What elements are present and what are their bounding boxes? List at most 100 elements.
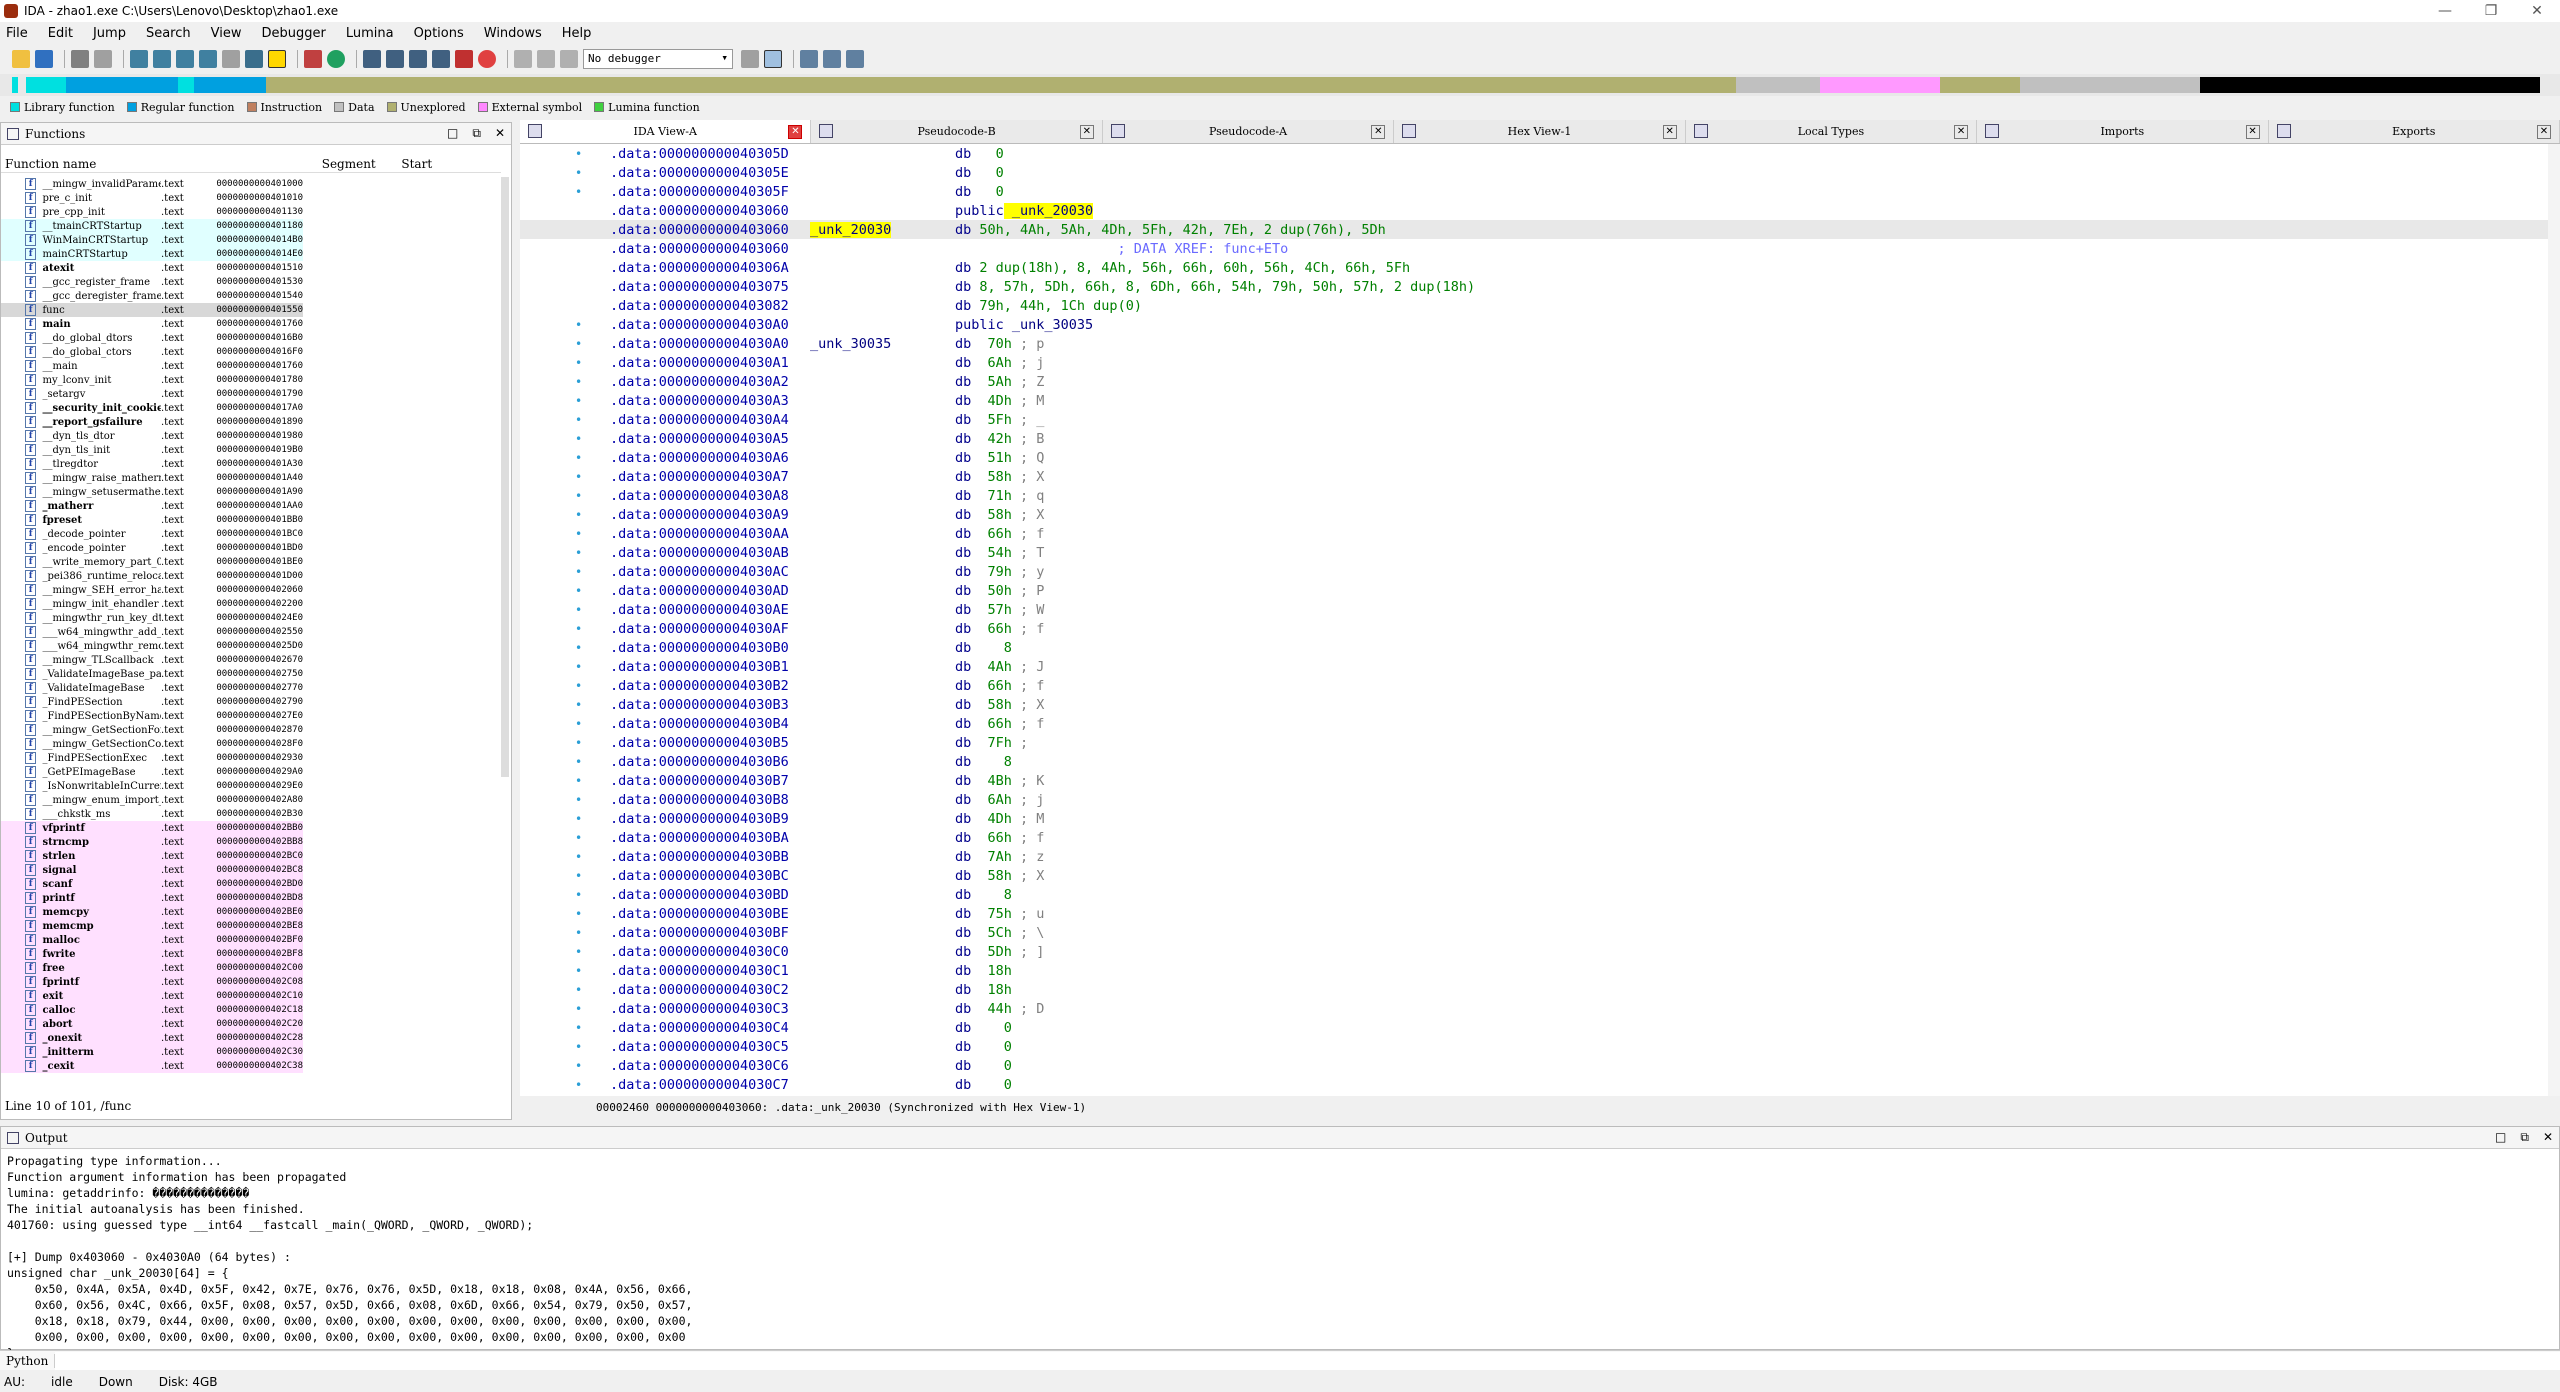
navigation-band[interactable]	[0, 74, 2560, 96]
listing-operand[interactable]: 0	[971, 1020, 1012, 1036]
breakpoint-dot-icon[interactable]: •	[520, 755, 610, 769]
function-row[interactable]: f _ValidateImageBase_part_0.text 000000000…	[1, 667, 303, 681]
listing-row[interactable]: • .data:00000000004030BB db 7Ah ; z	[520, 847, 2548, 866]
struct-icon[interactable]	[409, 50, 427, 68]
listing-operand[interactable]: 0	[971, 146, 1004, 162]
breakpoint-dot-icon[interactable]: •	[520, 394, 610, 408]
listing-operand[interactable]: 4Ah	[971, 659, 1012, 675]
listing-row[interactable]: • .data:00000000004030AB db 54h ; T	[520, 543, 2548, 562]
stop-icon[interactable]	[478, 50, 496, 68]
listing-row[interactable]: • .data:00000000004030C3 db 44h ; D	[520, 999, 2548, 1018]
function-row[interactable]: f main .text 0000000000401760	[1, 317, 303, 331]
listing-row[interactable]: • .data:00000000004030A4 db 5Fh ; _	[520, 410, 2548, 429]
forward-icon[interactable]	[94, 50, 112, 68]
breakpoint-dot-icon[interactable]: •	[520, 508, 610, 522]
panel-float-icon[interactable]: □	[2495, 1130, 2506, 1145]
breakpoint-dot-icon[interactable]: •	[520, 736, 610, 750]
breakpoint-dot-icon[interactable]: •	[520, 1040, 610, 1054]
listing-row[interactable]: • .data:00000000004030A5 db 42h ; B	[520, 429, 2548, 448]
breakpoint-dot-icon[interactable]: •	[520, 603, 610, 617]
indent-icon[interactable]	[846, 50, 864, 68]
breakpoint-dot-icon[interactable]: •	[520, 831, 610, 845]
menu-help[interactable]: Help	[562, 26, 592, 41]
listing-operand[interactable]: 79h	[971, 564, 1012, 580]
function-row[interactable]: f __dyn_tls_dtor .text 0000000000401980	[1, 429, 303, 443]
listing-operand[interactable]: 70h	[971, 336, 1012, 352]
tab-close-icon[interactable]: ✕	[1662, 125, 1677, 139]
panel-restore-icon[interactable]: ⧉	[472, 126, 481, 141]
listing-row[interactable]: .data:000000000040306A db 2 dup(18h), 8, …	[520, 258, 2548, 277]
debugger-select[interactable]: No debugger	[583, 49, 733, 69]
python-button[interactable]: Python	[0, 1353, 56, 1368]
breakpoint-dot-icon[interactable]: •	[520, 166, 610, 180]
tab-close-icon[interactable]: ✕	[2245, 125, 2260, 139]
function-row[interactable]: f _onexit .text 0000000000402C28	[1, 1031, 303, 1045]
listing-row[interactable]: .data:0000000000403060 public _unk_20030	[520, 201, 2548, 220]
listing-operand[interactable]: 58h	[971, 697, 1012, 713]
listing-row[interactable]: • .data:00000000004030B5 db 7Fh ;	[520, 733, 2548, 752]
tab-close-icon[interactable]: ✕	[1954, 125, 1969, 139]
menu-debugger[interactable]: Debugger	[261, 26, 325, 41]
listing-operand[interactable]: 5Ah	[971, 374, 1012, 390]
listing-row[interactable]: • .data:00000000004030BC db 58h ; X	[520, 866, 2548, 885]
function-row[interactable]: f _pei386_runtime_relocator.text 000000000…	[1, 569, 303, 583]
function-row[interactable]: f _FindPESectionByName .text 00000000004027…	[1, 709, 303, 723]
function-row[interactable]: f __do_global_ctors .text 00000000004016F0	[1, 345, 303, 359]
function-row[interactable]: f __security_init_cookie .text 000000000040…	[1, 401, 303, 415]
debug-options-icon[interactable]	[741, 50, 759, 68]
menu-lumina[interactable]: Lumina	[346, 26, 394, 41]
listing-row[interactable]: • .data:00000000004030BF db 5Ch ; \	[520, 923, 2548, 942]
breakpoint-dot-icon[interactable]: •	[520, 356, 610, 370]
function-row[interactable]: f memcmp .text 0000000000402BE8	[1, 919, 303, 933]
panel-restore-icon[interactable]: ⧉	[2520, 1130, 2529, 1145]
function-row[interactable]: f atexit .text 0000000000401510	[1, 261, 303, 275]
breakpoint-dot-icon[interactable]: •	[520, 945, 610, 959]
function-row[interactable]: f WinMainCRTStartup .text 00000000004014B0	[1, 233, 303, 247]
listing-operand[interactable]: 4Dh	[971, 393, 1012, 409]
function-row[interactable]: f ___w64_mingwthr_add_key_dtor.text 000000…	[1, 625, 303, 639]
listing-row[interactable]: • .data:00000000004030AE db 57h ; W	[520, 600, 2548, 619]
listing-operand[interactable]: 0	[971, 1058, 1012, 1074]
function-row[interactable]: f ___chkstk_ms .text 0000000000402B30	[1, 807, 303, 821]
function-row[interactable]: f memcpy .text 0000000000402BE0	[1, 905, 303, 919]
listing-operand[interactable]: 4Bh	[971, 773, 1012, 789]
breakpoint-dot-icon[interactable]: •	[520, 1078, 610, 1092]
breakpoint-dot-icon[interactable]: •	[520, 641, 610, 655]
listing-row[interactable]: • .data:00000000004030B2 db 66h ; f	[520, 676, 2548, 695]
breakpoint-dot-icon[interactable]: •	[520, 926, 610, 940]
menu-edit[interactable]: Edit	[48, 26, 73, 41]
string-icon[interactable]	[268, 50, 286, 68]
ida-view-listing[interactable]: • .data:000000000040305D db 0 • .data:000000…	[520, 144, 2548, 1096]
function-row[interactable]: f _ValidateImageBase .text 0000000000402770	[1, 681, 303, 695]
function-row[interactable]: f __mingw_init_ehandler .text 0000000000402…	[1, 597, 303, 611]
function-row[interactable]: f __mingw_setusermatherr .text 000000000040…	[1, 485, 303, 499]
functions-scrollbar[interactable]	[501, 177, 509, 777]
listing-row[interactable]: .data:0000000000403060 _unk_20030 db 50h, …	[520, 220, 2548, 239]
jump-icon[interactable]	[245, 50, 263, 68]
listing-operand[interactable]: 71h	[971, 488, 1012, 504]
function-row[interactable]: f _cexit .text 0000000000402C38	[1, 1059, 303, 1073]
save-icon[interactable]	[35, 50, 53, 68]
search-text-icon[interactable]	[153, 50, 171, 68]
breakpoint-dot-icon[interactable]: •	[520, 584, 610, 598]
tab-close-icon[interactable]: ✕	[1079, 125, 1094, 139]
listing-row[interactable]: • .data:000000000040305D db 0	[520, 144, 2548, 163]
breakpoint-dot-icon[interactable]: •	[520, 850, 610, 864]
listing-operand[interactable]: 42h	[971, 431, 1012, 447]
breakpoint-dot-icon[interactable]: •	[520, 793, 610, 807]
listing-operand[interactable]: 4Dh	[971, 811, 1012, 827]
play-icon[interactable]	[514, 50, 532, 68]
breakpoint-dot-icon[interactable]: •	[520, 546, 610, 560]
function-row[interactable]: f _FindPESectionExec .text 0000000000402930	[1, 751, 303, 765]
listing-operand[interactable]: 5Fh	[971, 412, 1012, 428]
listing-row[interactable]: • .data:00000000004030A3 db 4Dh ; M	[520, 391, 2548, 410]
col-start[interactable]: Start	[401, 157, 501, 171]
listing-operand[interactable]: 2 dup(18h), 8, 4Ah, 56h, 66h, 60h, 56h, …	[971, 260, 1410, 276]
listing-operand[interactable]: 6Ah	[971, 792, 1012, 808]
listing-operand[interactable]: 58h	[971, 507, 1012, 523]
listing-operand[interactable]: 66h	[971, 621, 1012, 637]
listing-row[interactable]: • .data:00000000004030C7 db 0	[520, 1075, 2548, 1094]
listing-row[interactable]: • .data:00000000004030B4 db 66h ; f	[520, 714, 2548, 733]
undefine-icon[interactable]	[455, 50, 473, 68]
search-icon[interactable]	[130, 50, 148, 68]
